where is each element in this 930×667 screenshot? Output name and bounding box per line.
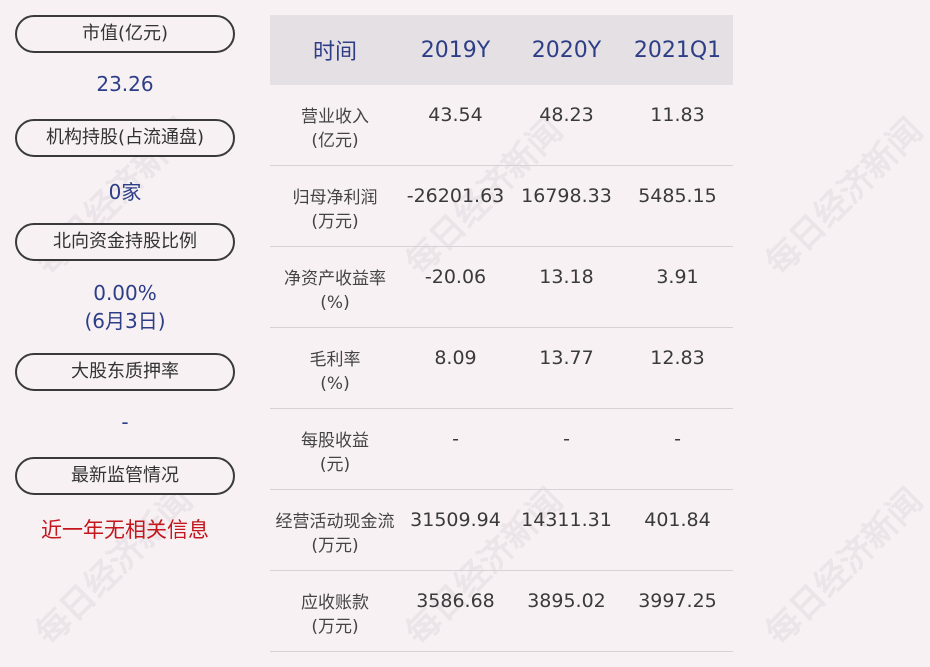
header-2019: 2019Y xyxy=(420,37,491,63)
cell: 8.09 xyxy=(434,347,477,369)
cell: 401.84 xyxy=(644,509,711,531)
table-header: 时间 2019Y 2020Y 2021Q1 xyxy=(270,15,733,85)
header-2021q1: 2021Q1 xyxy=(633,37,722,63)
market-cap-value: 23.26 xyxy=(96,72,154,96)
table-row: 净资产收益率 (%) -20.06 13.18 3.91 xyxy=(270,247,733,328)
table-row: 归母净利润 (万元) -26201.63 16798.33 5485.15 xyxy=(270,166,733,247)
row-label: 经营活动现金流 (万元) xyxy=(275,512,395,556)
header-2020: 2020Y xyxy=(531,37,602,63)
financial-table: 时间 2019Y 2020Y 2021Q1 营业收入 (亿元) 43.54 48.… xyxy=(270,15,733,652)
cell: 48.23 xyxy=(539,104,594,126)
regulatory-label: 最新监管情况 xyxy=(15,457,235,495)
table-row: 经营活动现金流 (万元) 31509.94 14311.31 401.84 xyxy=(270,490,733,571)
market-cap-label: 市值(亿元) xyxy=(15,15,235,53)
row-label: 应收账款 (万元) xyxy=(301,593,369,637)
cell: - xyxy=(563,428,570,450)
cell: -20.06 xyxy=(424,266,487,288)
table-row: 营业收入 (亿元) 43.54 48.23 11.83 xyxy=(270,85,733,166)
cell: -26201.63 xyxy=(406,185,505,207)
cell: 5485.15 xyxy=(638,185,717,207)
table-row: 每股收益 (元) - - - xyxy=(270,409,733,490)
pledge-ratio-label: 大股东质押率 xyxy=(15,353,235,391)
cell: 13.77 xyxy=(539,347,594,369)
row-label: 每股收益 (元) xyxy=(301,431,369,475)
cell: 11.83 xyxy=(650,104,705,126)
cell: 16798.33 xyxy=(521,185,612,207)
cell: - xyxy=(674,428,681,450)
cell: 14311.31 xyxy=(521,509,612,531)
table-row: 毛利率 (%) 8.09 13.77 12.83 xyxy=(270,328,733,409)
cell: - xyxy=(452,428,459,450)
table-row: 应收账款 (万元) 3586.68 3895.02 3997.25 xyxy=(270,571,733,652)
summary-panel: 市值(亿元) 23.26 机构持股(占流通盘) 0家 北向资金持股比例 0.00… xyxy=(0,0,250,667)
northbound-ratio-value: 0.00% (6月3日) xyxy=(0,281,250,334)
cell: 12.83 xyxy=(650,347,705,369)
header-time: 时间 xyxy=(312,40,357,65)
row-label: 归母净利润 (万元) xyxy=(292,188,378,232)
regulatory-value: 近一年无相关信息 xyxy=(41,518,209,542)
cell: 13.18 xyxy=(539,266,594,288)
northbound-ratio-percent: 0.00% xyxy=(93,281,157,305)
cell: 31509.94 xyxy=(410,509,501,531)
cell: 3586.68 xyxy=(416,590,495,612)
watermark: 每日经济新闻 xyxy=(758,480,930,654)
row-label: 净资产收益率 (%) xyxy=(284,269,386,313)
northbound-ratio-label: 北向资金持股比例 xyxy=(15,223,235,261)
pledge-ratio-value: - xyxy=(121,410,129,434)
cell: 3.91 xyxy=(656,266,699,288)
row-label: 营业收入 (亿元) xyxy=(301,107,369,151)
institution-holding-label: 机构持股(占流通盘) xyxy=(15,119,235,157)
institution-holding-value: 0家 xyxy=(108,180,142,204)
cell: 43.54 xyxy=(428,104,483,126)
northbound-ratio-date: (6月3日) xyxy=(84,309,166,333)
row-label: 毛利率 (%) xyxy=(309,350,361,394)
cell: 3895.02 xyxy=(527,590,606,612)
watermark: 每日经济新闻 xyxy=(758,110,930,284)
cell: 3997.25 xyxy=(638,590,717,612)
